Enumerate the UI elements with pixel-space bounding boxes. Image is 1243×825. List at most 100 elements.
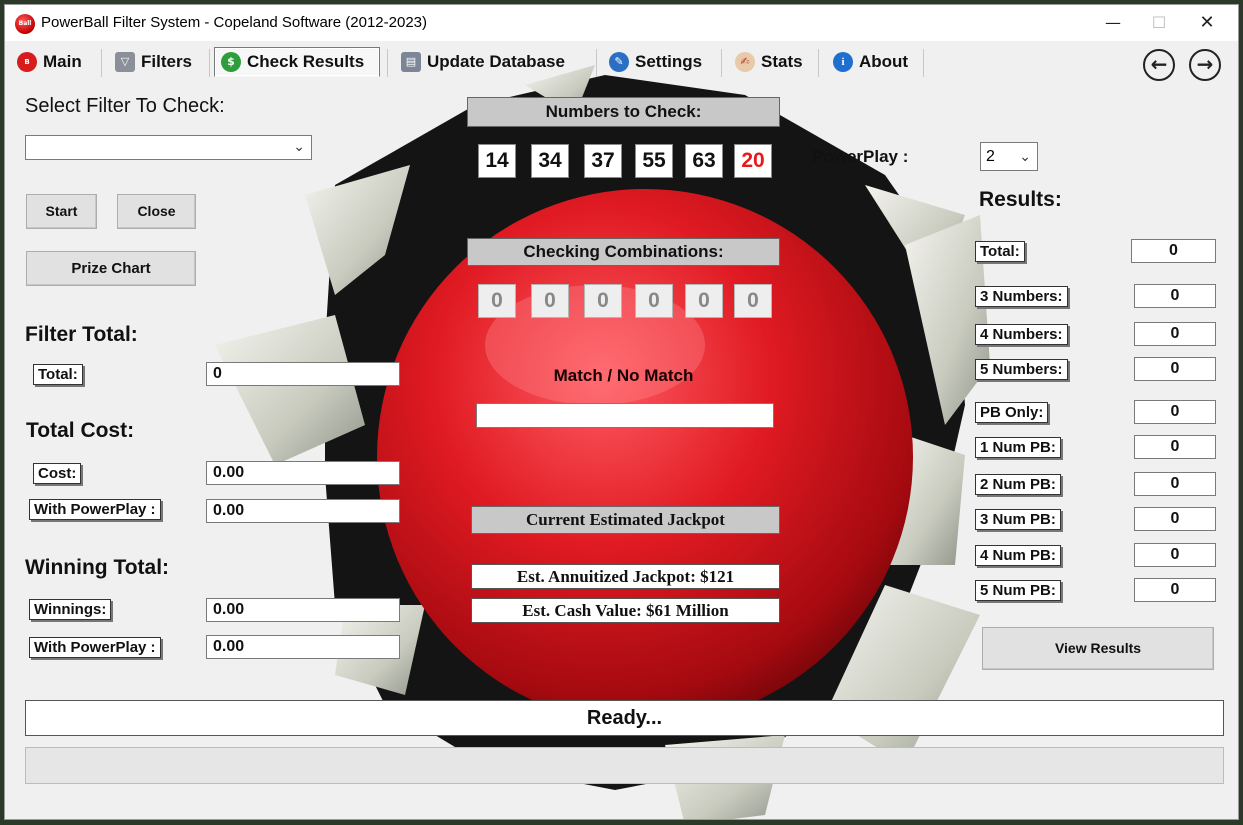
tab-label: About	[859, 52, 909, 71]
combination-digit: 0	[635, 284, 673, 318]
number-3-field[interactable]: 37	[584, 144, 622, 178]
close-button[interactable]: Close	[117, 194, 196, 229]
current-jackpot-heading: Current Estimated Jackpot	[471, 506, 780, 534]
tab-update-database[interactable]: ▤ Update Database	[395, 47, 571, 77]
number-1-field[interactable]: 14	[478, 144, 516, 178]
winnings-label: Winnings:	[29, 599, 112, 620]
powerplay-select-value: 2	[986, 148, 995, 165]
tab-about[interactable]: i About	[827, 47, 914, 77]
results-row-label: 4 Num PB:	[975, 545, 1061, 566]
number-4-field[interactable]: 55	[635, 144, 673, 178]
results-row-value: 0	[1131, 239, 1216, 263]
dollar-icon: $	[221, 52, 241, 72]
results-row-label: 2 Num PB:	[975, 474, 1061, 495]
tab-separator	[209, 49, 210, 77]
filter-select[interactable]: ⌄	[25, 135, 312, 160]
tab-separator	[101, 49, 102, 77]
combination-digit: 0	[478, 284, 516, 318]
tab-label: Filters	[141, 52, 193, 71]
results-row-value: 0	[1134, 578, 1216, 602]
powerplay-label: PowerPlay :	[812, 147, 909, 166]
tab-label: Stats	[761, 52, 803, 71]
tab-label: Update Database	[427, 52, 565, 71]
forward-arrow-icon[interactable]: →	[1189, 49, 1221, 81]
cost-powerplay-field: 0.00	[206, 499, 400, 523]
close-window-button[interactable]: ✕	[1184, 5, 1230, 41]
powerball-icon: B	[17, 52, 37, 72]
chevron-down-icon: ⌄	[293, 139, 305, 155]
results-row-label: Total:	[975, 241, 1025, 262]
results-row-value: 0	[1134, 507, 1216, 531]
tab-separator	[818, 49, 819, 77]
start-button[interactable]: Start	[26, 194, 97, 229]
tab-main[interactable]: B Main	[11, 47, 88, 77]
stats-icon: ✍	[735, 52, 755, 72]
total-label: Total:	[33, 364, 83, 385]
select-filter-heading: Select Filter To Check:	[25, 95, 225, 117]
tab-separator	[387, 49, 388, 77]
results-row-label: 3 Numbers:	[975, 286, 1068, 307]
results-row-value: 0	[1134, 357, 1216, 381]
cost-label: Cost:	[33, 463, 82, 484]
back-arrow-icon[interactable]: ←	[1143, 49, 1175, 81]
tab-separator	[721, 49, 722, 77]
results-row-value: 0	[1134, 284, 1216, 308]
filter-total-field: 0	[206, 362, 400, 386]
cost-field: 0.00	[206, 461, 400, 485]
number-2-field[interactable]: 34	[531, 144, 569, 178]
tab-filters[interactable]: ▽ Filters	[109, 47, 198, 77]
results-row-value: 0	[1134, 400, 1216, 424]
app-window: Ball PowerBall Filter System - Copeland …	[4, 4, 1239, 820]
combination-digit: 0	[531, 284, 569, 318]
tab-settings[interactable]: ✎ Settings	[603, 47, 708, 77]
number-5-field[interactable]: 63	[685, 144, 723, 178]
results-row-label: 5 Num PB:	[975, 580, 1061, 601]
match-result-field	[476, 403, 774, 428]
tab-strip: B Main ▽ Filters $ Check Results ▤ Updat…	[5, 41, 1238, 81]
title-bar: Ball PowerBall Filter System - Copeland …	[5, 5, 1238, 41]
view-results-button[interactable]: View Results	[982, 627, 1214, 670]
tab-separator	[923, 49, 924, 77]
numbers-to-check-heading: Numbers to Check:	[467, 97, 780, 127]
total-cost-heading: Total Cost:	[26, 419, 135, 442]
database-icon: ▤	[401, 52, 421, 72]
results-row-value: 0	[1134, 472, 1216, 496]
tab-label: Main	[43, 52, 82, 71]
results-row-label: 3 Num PB:	[975, 509, 1061, 530]
powerplay-select[interactable]: 2 ⌄	[980, 142, 1038, 171]
cost-powerplay-label: With PowerPlay :	[29, 499, 161, 520]
results-row-label: 1 Num PB:	[975, 437, 1061, 458]
winnings-powerplay-field: 0.00	[206, 635, 400, 659]
checking-combinations-heading: Checking Combinations:	[467, 238, 780, 266]
tab-stats[interactable]: ✍ Stats	[729, 47, 809, 77]
winnings-field: 0.00	[206, 598, 400, 622]
maximize-button[interactable]: ☐	[1136, 5, 1182, 41]
progress-bar	[25, 747, 1224, 784]
window-title: PowerBall Filter System - Copeland Softw…	[41, 14, 428, 31]
powerball-number-field[interactable]: 20	[734, 144, 772, 178]
results-row-label: 5 Numbers:	[975, 359, 1068, 380]
minimize-button[interactable]: —	[1090, 5, 1136, 41]
tab-label: Settings	[635, 52, 703, 71]
cash-value-field: Est. Cash Value: $61 Million	[471, 598, 780, 623]
prize-chart-button[interactable]: Prize Chart	[26, 251, 196, 286]
tab-check-results[interactable]: $ Check Results	[214, 47, 380, 77]
combination-digit: 0	[734, 284, 772, 318]
filter-total-heading: Filter Total:	[25, 323, 138, 346]
winning-total-heading: Winning Total:	[25, 556, 170, 579]
results-row-value: 0	[1134, 543, 1216, 567]
results-heading: Results:	[979, 188, 1062, 211]
results-row-label: 4 Numbers:	[975, 324, 1068, 345]
info-icon: i	[833, 52, 853, 72]
wrench-icon: ✎	[609, 52, 629, 72]
match-no-match-label: Match / No Match	[553, 366, 694, 385]
tab-label: Check Results	[247, 52, 365, 71]
funnel-icon: ▽	[115, 52, 135, 72]
powerball-app-icon: Ball	[15, 14, 35, 34]
annuitized-jackpot-field: Est. Annuitized Jackpot: $121	[471, 564, 780, 589]
chevron-down-icon: ⌄	[1019, 149, 1031, 165]
combination-digit: 0	[685, 284, 723, 318]
status-bar: Ready...	[25, 700, 1224, 736]
results-row-value: 0	[1134, 435, 1216, 459]
results-row-label: PB Only:	[975, 402, 1049, 423]
